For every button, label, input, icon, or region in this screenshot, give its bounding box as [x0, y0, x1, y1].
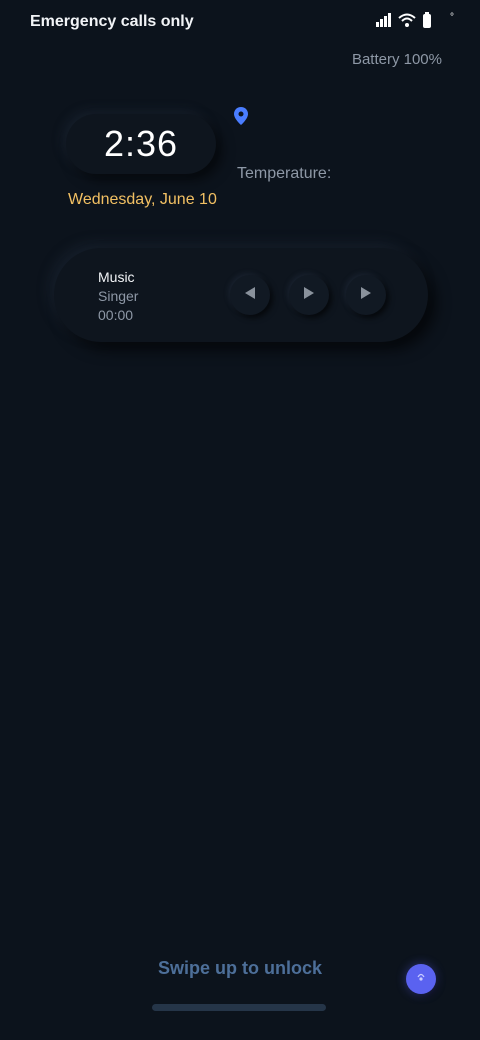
clock-widget[interactable]: 2:36 — [66, 114, 216, 174]
music-info: Music Singer 00:00 — [98, 268, 138, 325]
music-singer: Singer — [98, 288, 139, 304]
status-icons: ° — [376, 12, 454, 28]
date-label: Wednesday, June 10 — [68, 191, 217, 208]
battery-icon — [422, 12, 432, 28]
signal-icon — [376, 13, 392, 27]
carrier-label: Emergency calls only — [30, 13, 194, 30]
wifi-icon — [398, 13, 416, 27]
clock-time: 2:36 — [103, 123, 179, 164]
next-button[interactable] — [346, 275, 386, 315]
music-widget: Music Singer 00:00 — [54, 248, 428, 342]
play-button[interactable] — [289, 275, 329, 315]
lock-screen: Emergency calls only ° Battery 100% 2:36… — [0, 0, 480, 1040]
previous-icon — [243, 286, 257, 305]
music-elapsed: 00:00 — [98, 307, 134, 323]
dot-icon: ° — [450, 11, 454, 23]
fingerprint-icon — [415, 970, 427, 988]
music-title: Music — [98, 269, 135, 285]
fingerprint-button[interactable] — [406, 964, 436, 994]
status-bar: Emergency calls only ° — [0, 0, 480, 46]
previous-button[interactable] — [230, 275, 270, 315]
battery-status: Battery 100% — [351, 51, 442, 68]
play-icon — [302, 286, 316, 305]
location-pin-icon — [234, 107, 248, 130]
next-icon — [359, 286, 373, 305]
temperature-label: Temperature: — [237, 165, 332, 182]
home-indicator[interactable] — [152, 1004, 326, 1011]
